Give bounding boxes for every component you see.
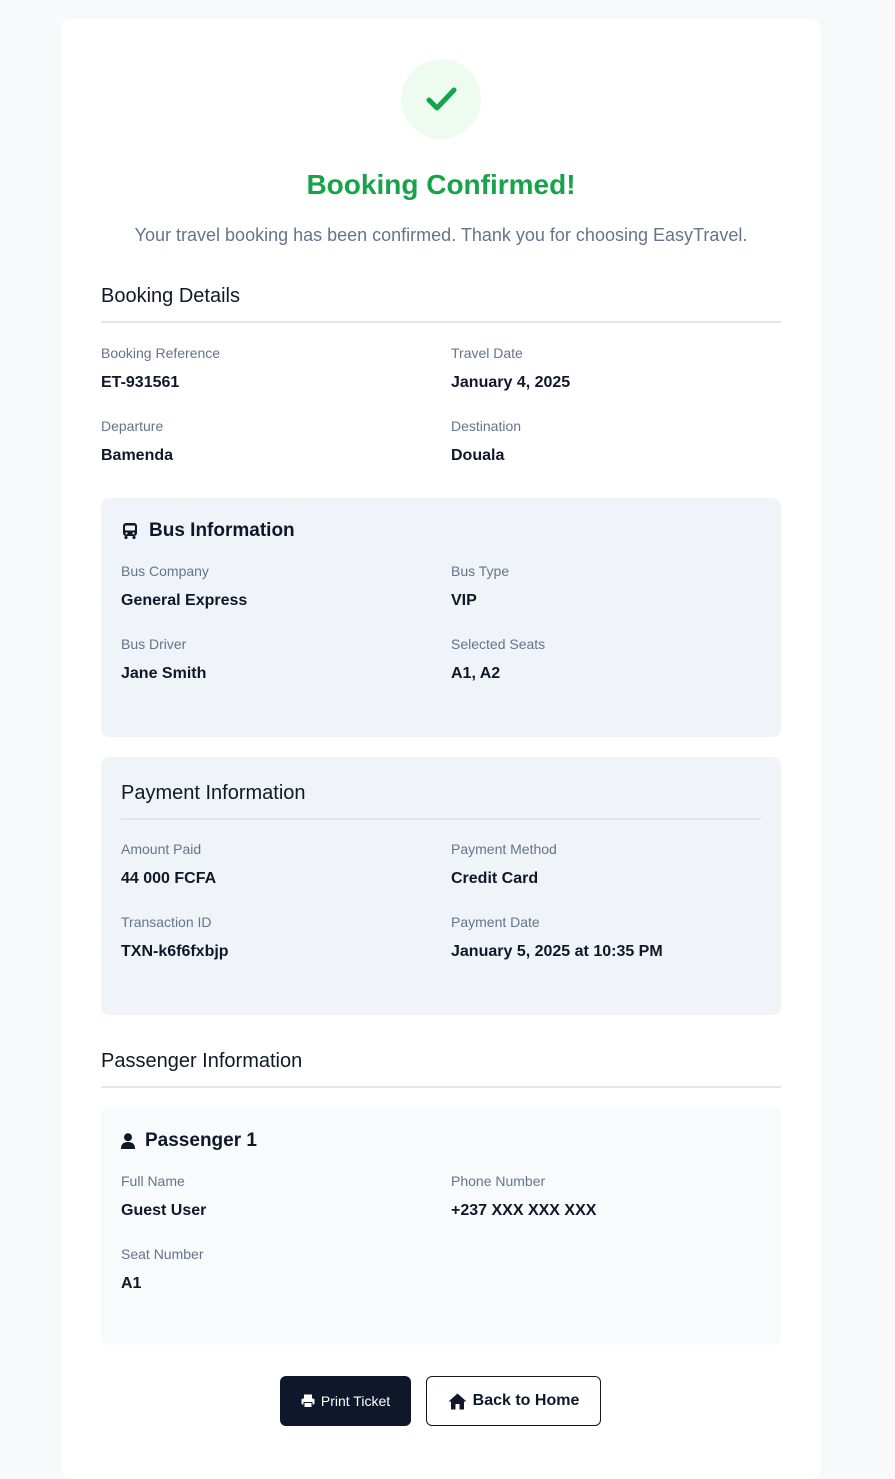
payment-date-value: January 5, 2025 at 10:35 PM — [451, 943, 663, 960]
payment-information-heading: Payment Information — [121, 779, 761, 820]
print-ticket-button[interactable]: Print Ticket — [280, 1376, 411, 1426]
page-title: Booking Confirmed! — [306, 169, 576, 200]
bus-icon — [123, 523, 137, 539]
passenger-information-heading: Passenger Information — [101, 1047, 781, 1088]
booking-reference-value: ET-931561 — [101, 374, 180, 391]
amount-paid-label: Amount Paid — [121, 841, 202, 857]
full-name-label: Full Name — [121, 1173, 185, 1189]
back-to-home-label: Back to Home — [472, 1392, 580, 1409]
phone-number-value: +237 XXX XXX XXX — [451, 1202, 597, 1219]
bus-driver-value: Jane Smith — [121, 665, 207, 682]
booking-details-heading: Booking Details — [101, 282, 781, 323]
payment-date-label: Payment Date — [451, 914, 540, 930]
full-name-value: Guest User — [121, 1202, 207, 1219]
payment-method-value: Credit Card — [451, 870, 539, 887]
back-to-home-button[interactable]: Back to Home — [426, 1376, 601, 1426]
success-badge — [401, 59, 481, 139]
confirmation-card: Booking Confirmed! Your travel booking h… — [61, 19, 821, 1479]
transaction-id-value: TXN-k6f6fxbjp — [121, 943, 229, 960]
print-ticket-label: Print Ticket — [320, 1393, 391, 1409]
booking-reference-label: Booking Reference — [101, 345, 221, 361]
bus-type-value: VIP — [451, 592, 477, 609]
passenger-card: Passenger 1 Full Name Guest User Phone N… — [101, 1107, 781, 1345]
departure-label: Departure — [101, 418, 164, 434]
bus-driver-label: Bus Driver — [121, 636, 187, 652]
bus-company-label: Bus Company — [121, 563, 209, 579]
bus-company-value: General Express — [121, 592, 248, 609]
travel-date-label: Travel Date — [451, 345, 523, 361]
printer-icon — [301, 1394, 315, 1408]
phone-number-label: Phone Number — [451, 1173, 546, 1189]
payment-method-label: Payment Method — [451, 841, 557, 857]
bus-information-heading: Bus Information — [149, 520, 295, 541]
departure-value: Bamenda — [101, 447, 174, 464]
home-icon — [448, 1393, 467, 1409]
bus-type-label: Bus Type — [451, 563, 510, 579]
bus-information-title: Bus Information — [121, 517, 295, 545]
seat-number-label: Seat Number — [121, 1246, 204, 1262]
seat-number-value: A1 — [121, 1275, 142, 1292]
checkmark-icon — [426, 87, 457, 111]
destination-label: Destination — [451, 418, 522, 434]
destination-value: Douala — [451, 447, 505, 464]
selected-seats-label: Selected Seats — [451, 636, 546, 652]
travel-date-value: January 4, 2025 — [451, 374, 571, 391]
bus-information-panel: Bus Information Bus Company General Expr… — [101, 498, 781, 737]
passenger-title: Passenger 1 — [121, 1127, 257, 1155]
amount-paid-value: 44 000 FCFA — [121, 870, 217, 887]
user-icon — [121, 1133, 135, 1149]
payment-information-panel: Payment Information Amount Paid 44 000 F… — [101, 757, 781, 1015]
selected-seats-value: A1, A2 — [451, 665, 501, 682]
passenger-name-title: Passenger 1 — [145, 1130, 257, 1151]
page-subtitle: Your travel booking has been confirmed. … — [134, 225, 748, 245]
transaction-id-label: Transaction ID — [121, 914, 212, 930]
